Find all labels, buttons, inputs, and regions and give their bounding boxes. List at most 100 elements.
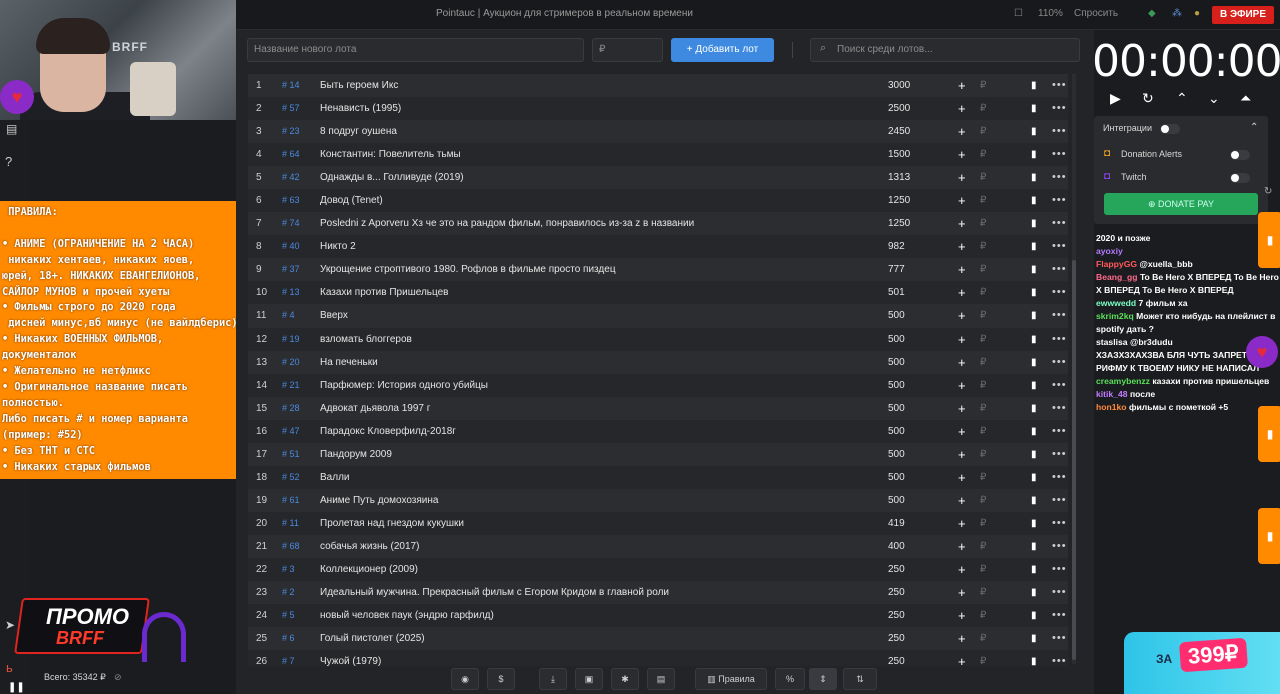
ruble-icon[interactable]: ₽ — [980, 650, 986, 666]
lot-row[interactable]: 7 # 74 Posledni z Aporveru Хз че это на ра… — [248, 212, 1068, 236]
currency-button[interactable]: $ — [487, 668, 515, 690]
trash-icon[interactable]: ▮ — [1031, 581, 1037, 604]
lot-id[interactable]: # 6 — [282, 627, 318, 650]
lot-id[interactable]: # 63 — [282, 189, 318, 212]
zoom-level[interactable]: 110% — [1038, 8, 1063, 19]
lot-name[interactable]: Posledni z Aporveru Хз че это на рандом … — [320, 212, 880, 235]
lot-row[interactable]: 24 # 5 новый человек паук (эндрю гарфилд) 2… — [248, 604, 1068, 628]
chevron-up-icon[interactable]: ⌃ — [1176, 90, 1188, 107]
help-icon[interactable]: ? — [5, 154, 12, 169]
ruble-icon[interactable]: ₽ — [980, 166, 986, 189]
more-icon[interactable]: ••• — [1052, 374, 1067, 397]
more-icon[interactable]: ••• — [1052, 166, 1067, 189]
add-amount-icon[interactable]: + — [958, 235, 966, 258]
trash-icon[interactable]: ▮ — [1031, 374, 1037, 397]
trash-icon[interactable]: ▮ — [1031, 235, 1037, 258]
trash-icon[interactable]: ▮ — [1031, 558, 1037, 581]
more-icon[interactable]: ••• — [1052, 489, 1067, 512]
ruble-icon[interactable]: ₽ — [980, 397, 986, 420]
add-amount-icon[interactable]: + — [958, 558, 966, 581]
trash-icon[interactable]: ▮ — [1031, 143, 1037, 166]
trash-icon[interactable]: ▮ — [1031, 466, 1037, 489]
lot-row[interactable]: 2 # 57 Ненависть (1995) 2500 + ₽ ▮ ••• — [248, 97, 1068, 121]
add-amount-icon[interactable]: + — [958, 650, 966, 666]
lot-name[interactable]: Парфюмер: История одного убийцы — [320, 374, 880, 397]
ruble-icon[interactable]: ₽ — [980, 489, 986, 512]
ruble-icon[interactable]: ₽ — [980, 258, 986, 281]
shield-icon[interactable]: ◆ — [1148, 8, 1156, 19]
add-amount-icon[interactable]: + — [958, 604, 966, 627]
refresh-icon[interactable]: ↻ — [1264, 186, 1272, 197]
save-button[interactable]: ▣ — [575, 668, 603, 690]
lot-name[interactable]: Ненависть (1995) — [320, 97, 880, 120]
ruble-icon[interactable]: ₽ — [980, 120, 986, 143]
add-amount-icon[interactable]: + — [958, 166, 966, 189]
lot-id[interactable]: # 37 — [282, 258, 318, 281]
ruble-icon[interactable]: ₽ — [980, 143, 986, 166]
lot-id[interactable]: # 28 — [282, 397, 318, 420]
chat-nickname[interactable]: FlappyGG — [1096, 259, 1137, 269]
chat-nickname[interactable]: ayoxiy — [1096, 246, 1123, 256]
lot-name[interactable]: На печеньки — [320, 351, 880, 374]
add-amount-icon[interactable]: + — [958, 443, 966, 466]
download-button[interactable]: ⤓ — [539, 668, 567, 690]
document-icon[interactable]: ▤ — [6, 122, 17, 136]
lot-row[interactable]: 15 # 28 Адвокат дьявола 1997 г 500 + ₽ ▮ ••• — [248, 396, 1068, 420]
ruble-icon[interactable]: ₽ — [980, 74, 986, 97]
lot-name-input[interactable]: Название нового лота — [247, 38, 584, 62]
chevron-down-icon[interactable]: ⌄ — [1208, 90, 1220, 107]
lot-id[interactable]: # 52 — [282, 466, 318, 489]
lot-name[interactable]: Быть героем Икс — [320, 74, 880, 97]
brand-icon[interactable]: ь — [6, 660, 13, 675]
ruble-icon[interactable]: ₽ — [980, 97, 986, 120]
ruble-icon[interactable]: ₽ — [980, 512, 986, 535]
lot-row[interactable]: 21 # 68 собачья жизнь (2017) 400 + ₽ ▮ ••• — [248, 534, 1068, 558]
ruble-icon[interactable]: ₽ — [980, 189, 986, 212]
add-amount-icon[interactable]: + — [958, 489, 966, 512]
play-icon[interactable]: ▶ — [1110, 90, 1121, 107]
add-amount-icon[interactable]: + — [958, 397, 966, 420]
trash-icon[interactable]: ▮ — [1031, 258, 1037, 281]
lot-name[interactable]: Пандорум 2009 — [320, 443, 880, 466]
lot-id[interactable]: # 2 — [282, 581, 318, 604]
lot-name[interactable]: Никто 2 — [320, 235, 880, 258]
lot-id[interactable]: # 47 — [282, 420, 318, 443]
ruble-icon[interactable]: ₽ — [980, 558, 986, 581]
lot-row[interactable]: 23 # 2 Идеальный мужчина. Прекрасный фильм… — [248, 581, 1068, 605]
add-amount-icon[interactable]: + — [958, 97, 966, 120]
lot-id[interactable]: # 40 — [282, 235, 318, 258]
trash-icon[interactable]: ▮ — [1031, 97, 1037, 120]
more-icon[interactable]: ••• — [1052, 189, 1067, 212]
more-icon[interactable]: ••• — [1052, 581, 1067, 604]
chat-nickname[interactable]: ewwwedd — [1096, 298, 1136, 308]
pause-icon[interactable]: ❚❚ — [8, 682, 25, 693]
ruble-icon[interactable]: ₽ — [980, 235, 986, 258]
ruble-icon[interactable]: ₽ — [980, 535, 986, 558]
integrations-toggle[interactable] — [1160, 124, 1180, 134]
lot-id[interactable]: # 14 — [282, 74, 318, 97]
percent-button[interactable]: % — [775, 668, 805, 690]
trash-icon[interactable]: ▮ — [1031, 304, 1037, 327]
trash-icon[interactable]: ▮ — [1031, 650, 1037, 666]
lot-row[interactable]: 10 # 13 Казахи против Пришельцев 501 + ₽ ▮ ••• — [248, 281, 1068, 305]
hide-icon[interactable]: ⊘ — [114, 672, 122, 683]
trash-icon[interactable]: ▮ — [1031, 512, 1037, 535]
sort-button[interactable]: ⇅ — [843, 668, 877, 690]
lot-row[interactable]: 1 # 14 Быть героем Икс 3000 + ₽ ▮ ••• — [248, 74, 1068, 98]
trash-icon[interactable]: ▮ — [1031, 351, 1037, 374]
split-view-button[interactable]: ⇕ — [809, 668, 837, 690]
lot-id[interactable]: # 20 — [282, 351, 318, 374]
add-amount-icon[interactable]: + — [958, 535, 966, 558]
lot-name[interactable]: 8 подруг оушена — [320, 120, 880, 143]
trash-icon[interactable]: ▮ — [1031, 212, 1037, 235]
lot-row[interactable]: 3 # 23 8 подруг оушена 2450 + ₽ ▮ ••• — [248, 120, 1068, 144]
add-amount-icon[interactable]: + — [958, 74, 966, 97]
lot-name[interactable]: Идеальный мужчина. Прекрасный фильм с Ег… — [320, 581, 880, 604]
more-icon[interactable]: ••• — [1052, 235, 1067, 258]
trash-icon[interactable]: ▮ — [1031, 489, 1037, 512]
lot-name[interactable]: Укрощение строптивого 1980. Рофлов в фил… — [320, 258, 880, 281]
more-icon[interactable]: ••• — [1052, 74, 1067, 97]
lot-id[interactable]: # 19 — [282, 328, 318, 351]
chat-nickname[interactable]: staslisa — [1096, 337, 1128, 347]
lot-name[interactable]: Вверх — [320, 304, 880, 327]
